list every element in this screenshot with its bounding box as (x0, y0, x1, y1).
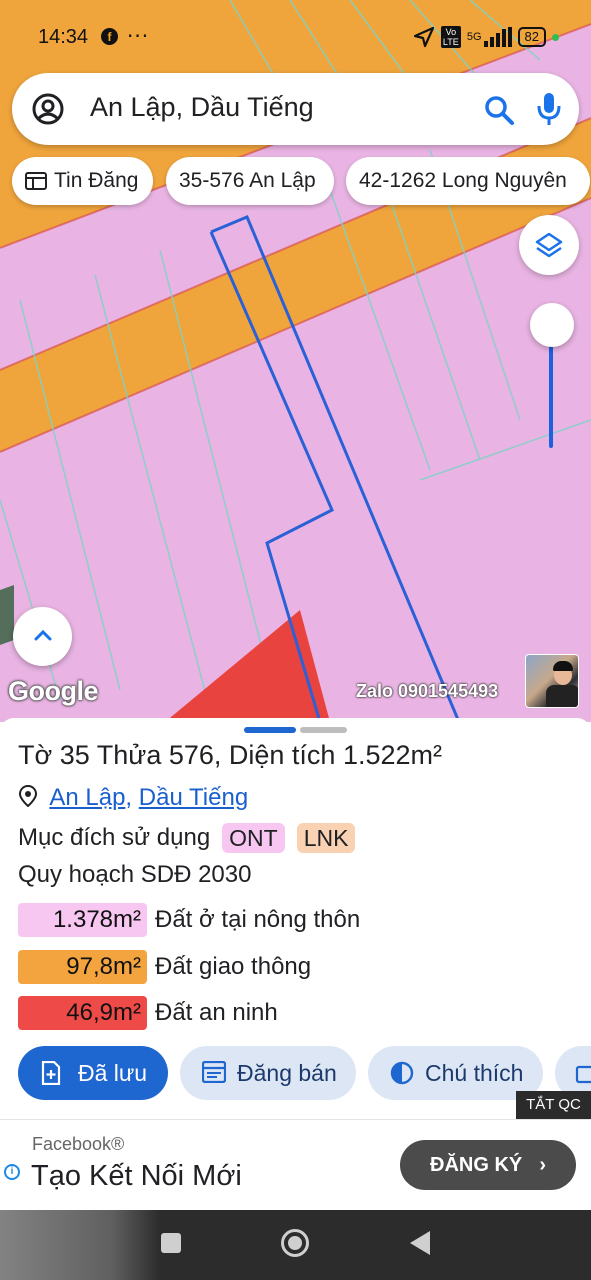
search-input[interactable]: An Lập, Dầu Tiếng (90, 92, 314, 123)
land-row-traffic: 97,8m² Đất giao thông (18, 950, 311, 984)
land-row-residential: 1.378m² Đất ở tại nông thôn (18, 903, 360, 937)
chip-listings-label: Tin Đăng (54, 169, 139, 192)
land-row-label: Đất ở tại nông thôn (155, 906, 361, 933)
location-separator: , (125, 784, 133, 811)
status-bar: 14:34 f ··· Vo LTE 5G 82 (0, 0, 591, 72)
location-pin-icon (18, 785, 38, 807)
layers-icon (535, 232, 563, 258)
more-notifications-icon: ··· (127, 24, 150, 48)
google-logo: Google (8, 676, 99, 706)
add-photo-icon (575, 1065, 591, 1084)
listing-icon (25, 172, 47, 190)
signal-icon (483, 27, 512, 47)
ad-info-icon[interactable]: i (4, 1164, 20, 1180)
search-bar[interactable]: An Lập, Dầu Tiếng (12, 73, 579, 145)
legend-label: Chú thích (425, 1060, 524, 1086)
contact-watermark: Zalo 0901545493 (356, 681, 499, 701)
chip-label: 42-1262 Long Nguyên (359, 169, 567, 192)
volte-icon: Vo LTE (440, 26, 461, 48)
avatar-body (546, 685, 578, 707)
status-time: 14:34 (38, 26, 89, 48)
parcel-info-sheet: Tờ 35 Thửa 576, Diện tích 1.522m² An Lập… (0, 718, 591, 1118)
post-listing-icon (202, 1061, 226, 1083)
purpose-tag-ont: ONT (222, 823, 285, 853)
system-icons: Vo LTE 5G 82 (413, 26, 559, 48)
back-icon[interactable] (410, 1231, 430, 1255)
chip-label: 35-576 An Lập (179, 169, 316, 192)
land-row-area: 1.378m² (18, 903, 147, 937)
saved-button[interactable]: Đã lưu (18, 1046, 168, 1100)
close-ad-button[interactable]: TẮT QC (516, 1091, 591, 1119)
location-icon (413, 26, 434, 48)
ad-cta-button[interactable]: ĐĂNG KÝ › (400, 1140, 576, 1190)
recents-icon[interactable] (161, 1233, 181, 1253)
post-sale-button[interactable]: Đăng bán (180, 1046, 356, 1100)
post-sale-label: Đăng bán (237, 1060, 337, 1086)
parcel-title: Tờ 35 Thửa 576, Diện tích 1.522m² (18, 740, 442, 770)
land-row-security: 46,9m² Đất an ninh (18, 996, 278, 1030)
land-use-purpose: Mục đích sử dụng ONT LNK (18, 823, 356, 853)
chip-listings[interactable]: Tin Đăng (12, 157, 153, 205)
ad-cta-label: ĐĂNG KÝ (430, 1154, 523, 1176)
layers-button[interactable] (519, 215, 579, 275)
chip-parcel-an-lap[interactable]: 35-576 An Lập (166, 157, 334, 205)
blurred-region (0, 1210, 160, 1280)
land-row-area: 46,9m² (18, 996, 147, 1030)
commune-link[interactable]: An Lập (49, 784, 125, 811)
land-row-label: Đất giao thông (155, 953, 312, 980)
chevron-right-icon: › (539, 1154, 546, 1176)
mic-icon[interactable] (536, 91, 562, 127)
ad-headline: Tạo Kết Nối Mới (31, 1160, 242, 1192)
chevron-up-icon (34, 629, 52, 641)
expand-button[interactable] (13, 607, 72, 666)
facebook-icon: f (101, 28, 118, 45)
bookmark-add-icon (41, 1061, 61, 1085)
purpose-tag-lnk: LNK (296, 823, 356, 853)
network-label: 5G (466, 31, 482, 43)
saved-button-label: Đã lưu (78, 1060, 148, 1086)
charging-dot-icon (552, 33, 559, 41)
purpose-label: Mục đích sử dụng (18, 824, 211, 851)
legend-icon (390, 1061, 414, 1085)
plan-label: Quy hoạch SDĐ 2030 (18, 861, 252, 888)
district-link[interactable]: Dầu Tiếng (139, 784, 248, 811)
search-icon[interactable] (482, 93, 516, 127)
system-nav-bar (0, 1210, 591, 1280)
contact-avatar[interactable] (525, 654, 579, 708)
map-view[interactable]: 14:34 f ··· Vo LTE 5G 82 An Lập, Dầu Tiế… (0, 0, 591, 722)
parcel-location: An Lập, Dầu Tiếng (18, 784, 248, 812)
avatar-hair (553, 661, 573, 671)
account-icon[interactable] (32, 93, 64, 125)
battery-icon: 82 (517, 27, 546, 47)
chip-parcel-long-nguyen[interactable]: 42-1262 Long Nguyên (346, 157, 590, 205)
sheet-handle[interactable] (300, 727, 347, 733)
home-icon[interactable] (281, 1229, 309, 1257)
land-row-label: Đất an ninh (155, 999, 278, 1026)
ad-banner[interactable]: i Facebook® Tạo Kết Nối Mới ĐĂNG KÝ › (0, 1119, 591, 1209)
opacity-slider-knob[interactable] (530, 303, 574, 347)
land-row-area: 97,8m² (18, 950, 147, 984)
ad-brand: Facebook® (32, 1134, 125, 1154)
sheet-handle-active[interactable] (244, 727, 296, 733)
